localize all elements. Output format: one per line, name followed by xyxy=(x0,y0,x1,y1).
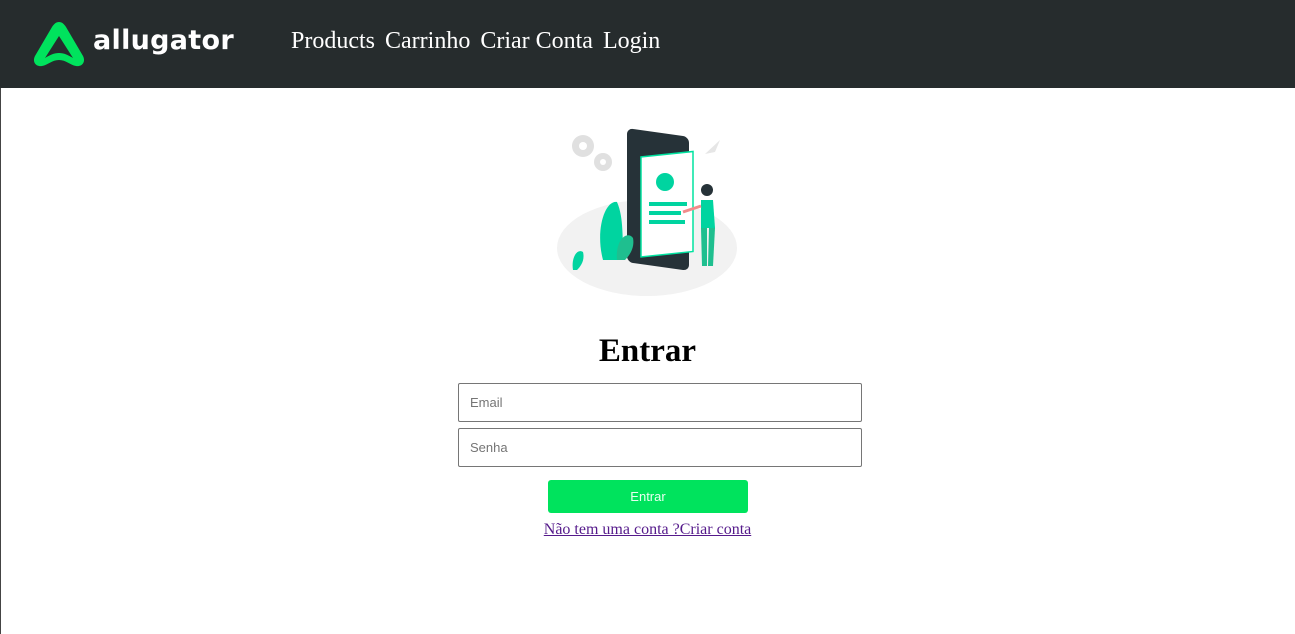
signup-link-row: Não tem uma conta ?Criar conta xyxy=(0,521,1295,539)
nav-link-carrinho[interactable]: Carrinho xyxy=(385,28,470,55)
password-field[interactable] xyxy=(458,428,862,467)
nav-link-criar-conta[interactable]: Criar Conta xyxy=(480,28,593,55)
login-illustration xyxy=(557,128,737,296)
email-field[interactable] xyxy=(458,383,862,422)
brand-name: allugator xyxy=(93,24,234,56)
allugator-logo-icon xyxy=(33,22,85,67)
nav-links: Products Carrinho Criar Conta Login xyxy=(291,28,670,55)
nav-link-products[interactable]: Products xyxy=(291,28,375,55)
login-submit-button[interactable]: Entrar xyxy=(548,480,748,513)
page-title: Entrar xyxy=(598,333,697,369)
top-navbar: allugator Products Carrinho Criar Conta … xyxy=(0,0,1295,88)
nav-link-login[interactable]: Login xyxy=(603,28,660,55)
brand-logo[interactable]: allugator xyxy=(30,16,234,70)
create-account-link[interactable]: Não tem uma conta ?Criar conta xyxy=(544,521,751,538)
